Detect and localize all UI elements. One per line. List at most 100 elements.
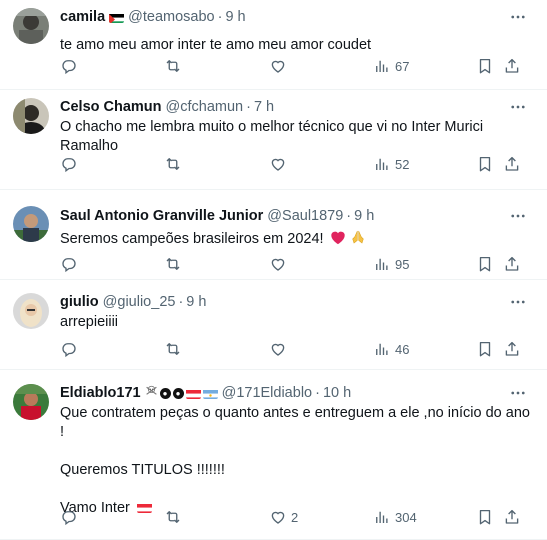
- like-icon: [271, 511, 285, 524]
- separator: ·: [346, 208, 352, 224]
- reply-icon: [62, 60, 76, 75]
- display-name[interactable]: giulio: [60, 293, 99, 312]
- tweet[interactable]: giulio @giulio_25 · 9 h arrepieiiii 46: [0, 280, 547, 370]
- austria-flag-icon: [185, 388, 201, 399]
- more-horizontal-icon[interactable]: [509, 384, 527, 402]
- timestamp[interactable]: 9 h: [354, 207, 374, 226]
- black-circle-badge-icon: ●: [172, 388, 184, 399]
- share-button[interactable]: [503, 340, 521, 358]
- view-count: 46: [395, 341, 410, 357]
- reply-button[interactable]: [60, 155, 82, 173]
- user-handle[interactable]: @171Eldiablo: [222, 384, 313, 403]
- like-button[interactable]: [269, 155, 291, 173]
- tweet-text: arrepieiiii: [60, 313, 533, 332]
- like-button[interactable]: [269, 255, 291, 273]
- tweet-actions: 2 304: [60, 507, 533, 527]
- display-name[interactable]: Eldiablo171: [60, 384, 141, 403]
- user-handle[interactable]: @giulio_25: [103, 293, 176, 312]
- views-button[interactable]: 52: [373, 155, 409, 173]
- display-name[interactable]: camila: [60, 8, 105, 27]
- timestamp[interactable]: 9 h: [225, 8, 245, 27]
- timestamp[interactable]: 7 h: [254, 98, 274, 117]
- timestamp[interactable]: 10 h: [323, 384, 351, 403]
- view-count: 304: [395, 509, 417, 525]
- tweet-header: Celso Chamun @cfchamun · 7 h: [60, 98, 533, 117]
- separator: ·: [217, 9, 223, 25]
- avatar[interactable]: [13, 98, 49, 134]
- share-button[interactable]: [503, 57, 521, 75]
- share-icon: [505, 341, 519, 356]
- more-horizontal-icon[interactable]: [509, 293, 527, 311]
- reply-button[interactable]: [60, 508, 82, 526]
- more-horizontal-icon[interactable]: [509, 98, 527, 116]
- retweet-button[interactable]: [164, 57, 186, 75]
- views-button[interactable]: 304: [373, 508, 417, 526]
- retweet-button[interactable]: [164, 155, 186, 173]
- bookmark-button[interactable]: [476, 57, 494, 75]
- bookmark-icon: [479, 58, 491, 74]
- like-button[interactable]: 2: [269, 508, 298, 526]
- display-name[interactable]: Saul Antonio Granville Junior: [60, 207, 263, 226]
- red-heart-icon: [330, 230, 346, 251]
- avatar[interactable]: [13, 8, 49, 44]
- separator: ·: [178, 294, 184, 310]
- like-icon: [271, 158, 285, 171]
- avatar[interactable]: [13, 206, 49, 242]
- tweet[interactable]: Celso Chamun @cfchamun · 7 h O chacho me…: [0, 90, 547, 190]
- retweet-button[interactable]: [164, 340, 186, 358]
- like-icon: [271, 258, 285, 271]
- tweet-text: te amo meu amor inter te amo meu amor co…: [60, 36, 533, 55]
- display-name[interactable]: Celso Chamun: [60, 98, 162, 117]
- share-button[interactable]: [503, 508, 521, 526]
- reply-button[interactable]: [60, 57, 82, 75]
- views-button[interactable]: 46: [373, 340, 409, 358]
- reply-button[interactable]: [60, 255, 82, 273]
- tweet-actions: 67: [60, 56, 533, 76]
- tweet-header: camila @teamosabo · 9 h: [60, 8, 533, 27]
- more-horizontal-icon[interactable]: [509, 8, 527, 26]
- bookmark-icon: [479, 256, 491, 272]
- name-emoji-badges: ● ●: [145, 384, 218, 403]
- more-horizontal-icon[interactable]: [509, 207, 527, 225]
- bookmark-button[interactable]: [476, 340, 494, 358]
- tweet[interactable]: Eldiablo171 ● ● @171Eldiablo · 10 h Que …: [0, 370, 547, 540]
- tweet-text-line: O chacho me lembra muito o melhor técnic…: [60, 119, 484, 135]
- tweet-text-line: Seremos campeões brasileiros em 2024!: [60, 231, 324, 247]
- palestine-flag-icon: [109, 12, 125, 23]
- separator: ·: [246, 99, 251, 115]
- tweet-text-line: te amo meu amor inter te amo meu amor co…: [60, 37, 372, 53]
- bookmark-icon: [479, 509, 491, 525]
- reply-button[interactable]: [60, 340, 82, 358]
- user-handle[interactable]: @cfchamun: [166, 98, 244, 117]
- tweet-text-line: arrepieiiii: [60, 314, 119, 330]
- like-button[interactable]: [269, 340, 291, 358]
- tweet-text: Que contratem peças o quanto antes e ent…: [60, 404, 533, 518]
- timestamp[interactable]: 9 h: [186, 293, 206, 312]
- user-handle[interactable]: @teamosabo: [128, 8, 214, 27]
- views-button[interactable]: 95: [373, 255, 409, 273]
- avatar[interactable]: [13, 384, 49, 420]
- view-count: 67: [395, 58, 410, 74]
- avatar[interactable]: [13, 293, 49, 329]
- view-count: 52: [395, 156, 410, 172]
- user-handle[interactable]: @Saul1879: [267, 207, 343, 226]
- tweet-header: Saul Antonio Granville Junior @Saul1879 …: [60, 207, 533, 226]
- retweet-icon: [166, 258, 180, 270]
- bookmark-button[interactable]: [476, 255, 494, 273]
- bookmark-icon: [479, 341, 491, 357]
- bookmark-button[interactable]: [476, 155, 494, 173]
- views-button[interactable]: 67: [373, 57, 409, 75]
- bookmark-button[interactable]: [476, 508, 494, 526]
- tweet[interactable]: camila @teamosabo · 9 h te amo meu amor …: [0, 0, 547, 90]
- tweet[interactable]: Saul Antonio Granville Junior @Saul1879 …: [0, 190, 547, 280]
- retweet-button[interactable]: [164, 508, 186, 526]
- retweet-icon: [166, 158, 180, 170]
- share-button[interactable]: [503, 255, 521, 273]
- like-button[interactable]: [269, 57, 291, 75]
- share-button[interactable]: [503, 155, 521, 173]
- tweet-header: Eldiablo171 ● ● @171Eldiablo · 10 h: [60, 384, 533, 403]
- retweet-icon: [166, 60, 180, 72]
- retweet-icon: [166, 511, 180, 523]
- retweet-button[interactable]: [164, 255, 186, 273]
